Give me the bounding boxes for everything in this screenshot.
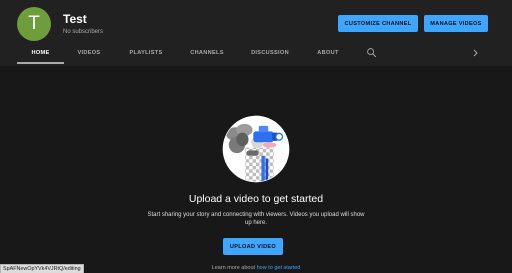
tab-label: VIDEOS — [77, 50, 101, 56]
tab-channels[interactable]: CHANNELS — [179, 42, 235, 64]
empty-state-description: Start sharing your story and connecting … — [147, 212, 365, 226]
tab-label: ABOUT — [317, 50, 339, 56]
camera-person-illustration — [222, 115, 290, 183]
how-to-get-started-link[interactable]: how to get started — [257, 265, 301, 271]
learn-more-prefix: Learn more about — [211, 265, 256, 271]
channel-tabs: HOME VIDEOS PLAYLISTS CHANNELS DISCUSSIO… — [0, 42, 512, 66]
avatar-letter: T — [28, 13, 40, 34]
chevron-right-icon[interactable] — [471, 48, 480, 58]
tab-playlists[interactable]: PLAYLISTS — [118, 42, 174, 64]
tab-label: PLAYLISTS — [129, 50, 163, 56]
tab-discussion[interactable]: DISCUSSION — [240, 42, 300, 64]
tab-label: DISCUSSION — [251, 50, 289, 56]
tab-label: HOME — [31, 50, 50, 56]
channel-name: Test — [63, 12, 87, 26]
search-icon[interactable] — [366, 47, 377, 58]
channel-avatar[interactable]: T — [17, 7, 51, 41]
upload-video-button[interactable]: UPLOAD VIDEO — [223, 238, 283, 255]
tab-home[interactable]: HOME — [17, 42, 64, 64]
subscriber-count: No subscribers — [63, 29, 104, 35]
tab-about[interactable]: ABOUT — [306, 42, 350, 64]
manage-videos-button[interactable]: MANAGE VIDEOS — [424, 15, 488, 32]
customize-channel-button[interactable]: CUSTOMIZE CHANNEL — [338, 15, 418, 32]
tab-videos[interactable]: VIDEOS — [66, 42, 112, 64]
tab-label: CHANNELS — [190, 50, 224, 56]
empty-state-title: Upload a video to get started — [188, 193, 324, 205]
